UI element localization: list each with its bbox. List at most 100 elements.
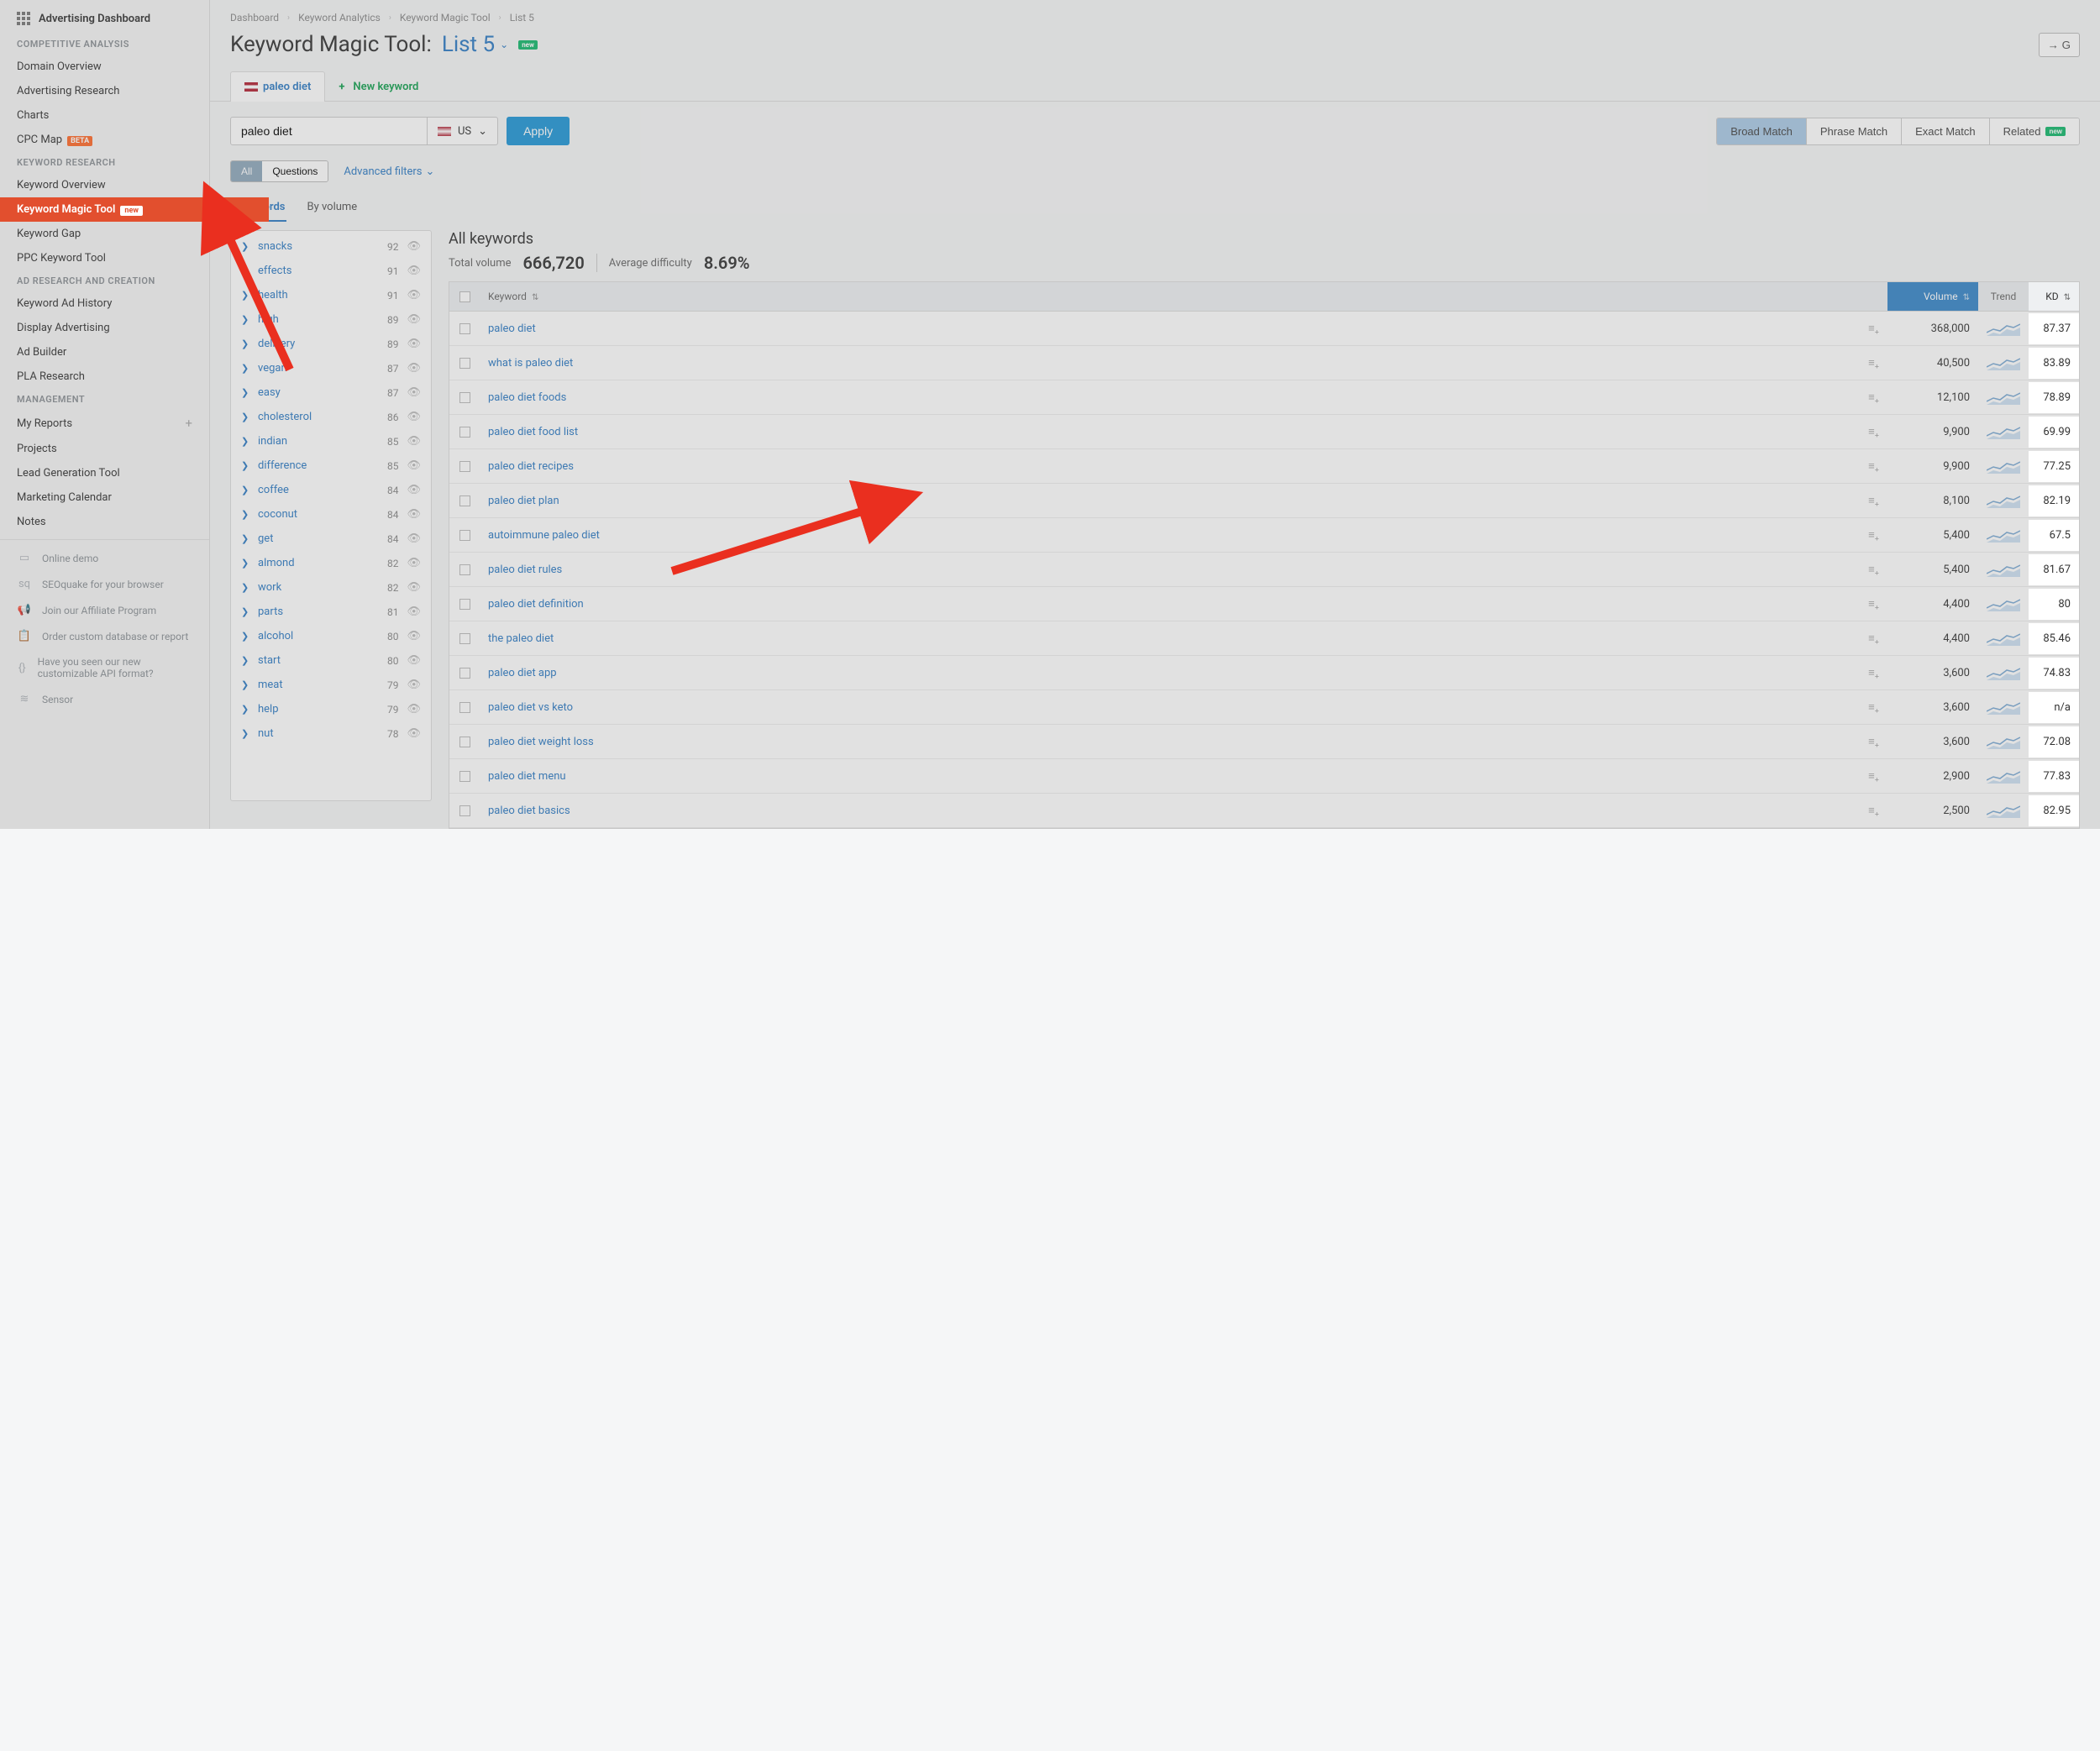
row-checkbox[interactable] (459, 633, 470, 644)
add-to-list-icon[interactable]: ≡₊ (1868, 322, 1879, 335)
keyword-link[interactable]: paleo diet foods (488, 391, 566, 404)
breadcrumb-item[interactable]: Dashboard (230, 12, 279, 24)
eye-icon[interactable]: 👁 (407, 313, 421, 326)
sidebar-footer-item[interactable]: ▭Online demo (0, 545, 209, 571)
row-checkbox[interactable] (459, 805, 470, 816)
add-to-list-icon[interactable]: ≡₊ (1868, 700, 1879, 714)
advanced-filters-link[interactable]: Advanced filters ⌄ (344, 165, 434, 178)
keyword-link[interactable]: the paleo diet (488, 632, 554, 645)
breadcrumb-item[interactable]: List 5 (510, 12, 534, 24)
match-phrase-match[interactable]: Phrase Match (1807, 118, 1902, 144)
keyword-link[interactable]: autoimmune paleo diet (488, 529, 600, 542)
page-title-list[interactable]: List 5 ⌄ (442, 32, 508, 57)
eye-icon[interactable]: 👁 (407, 727, 421, 740)
col-volume[interactable]: Volume (1887, 282, 1978, 311)
eye-icon[interactable]: 👁 (407, 435, 421, 448)
eye-icon[interactable]: 👁 (407, 508, 421, 521)
keyword-search-input[interactable] (230, 117, 428, 145)
sidebar-item[interactable]: Keyword Overview (0, 173, 209, 197)
add-to-list-icon[interactable]: ≡₊ (1868, 597, 1879, 611)
row-checkbox[interactable] (459, 668, 470, 679)
row-checkbox[interactable] (459, 599, 470, 610)
row-checkbox[interactable] (459, 495, 470, 506)
row-checkbox[interactable] (459, 530, 470, 541)
col-keyword[interactable]: Keyword (480, 282, 1887, 311)
sidebar-item[interactable]: Keyword Gap (0, 222, 209, 246)
sidebar-footer-item[interactable]: 📋Order custom database or report (0, 623, 209, 649)
eye-icon[interactable]: 👁 (407, 386, 421, 399)
group-item[interactable]: ❯help79👁 (231, 697, 431, 721)
group-item[interactable]: ❯delivery89👁 (231, 332, 431, 356)
sidebar-item[interactable]: PLA Research (0, 364, 209, 389)
country-select[interactable]: US ⌄ (428, 117, 498, 145)
col-kd[interactable]: KD (2029, 282, 2079, 311)
match-exact-match[interactable]: Exact Match (1902, 118, 1990, 144)
group-item[interactable]: ❯effects91👁 (231, 259, 431, 283)
sidebar-item[interactable]: Projects (0, 437, 209, 461)
eye-icon[interactable]: 👁 (407, 289, 421, 301)
group-item[interactable]: ❯parts81👁 (231, 600, 431, 624)
group-item[interactable]: ❯nut78👁 (231, 721, 431, 746)
row-checkbox[interactable] (459, 737, 470, 747)
eye-icon[interactable]: 👁 (407, 484, 421, 496)
sidebar-item[interactable]: Notes (0, 510, 209, 534)
add-to-list-icon[interactable]: ≡₊ (1868, 391, 1879, 404)
toggle-all[interactable]: All (231, 161, 262, 181)
keyword-link[interactable]: paleo diet rules (488, 564, 562, 576)
sidebar-item[interactable]: Domain Overview (0, 55, 209, 79)
row-checkbox[interactable] (459, 564, 470, 575)
apply-button[interactable]: Apply (507, 117, 570, 145)
group-item[interactable]: ❯get84👁 (231, 527, 431, 551)
toggle-questions[interactable]: Questions (262, 161, 328, 181)
eye-icon[interactable]: 👁 (407, 532, 421, 545)
sidebar-item[interactable]: Keyword Ad History (0, 291, 209, 316)
add-to-list-icon[interactable]: ≡₊ (1868, 563, 1879, 576)
add-to-list-icon[interactable]: ≡₊ (1868, 769, 1879, 783)
sidebar-item[interactable]: Display Advertising (0, 316, 209, 340)
breadcrumb-item[interactable]: Keyword Analytics (298, 12, 381, 24)
sidebar-footer-item[interactable]: ≋Sensor (0, 686, 209, 712)
keyword-link[interactable]: what is paleo diet (488, 357, 573, 370)
eye-icon[interactable]: 👁 (407, 703, 421, 716)
row-checkbox[interactable] (459, 771, 470, 782)
go-button[interactable]: → G (2039, 33, 2080, 57)
sidebar-top[interactable]: Advertising Dashboard (0, 0, 209, 34)
row-checkbox[interactable] (459, 461, 470, 472)
group-item[interactable]: ❯vegan87👁 (231, 356, 431, 380)
add-to-list-icon[interactable]: ≡₊ (1868, 666, 1879, 679)
sidebar-item[interactable]: My Reports+ (0, 410, 209, 437)
group-item[interactable]: ❯easy87👁 (231, 380, 431, 405)
add-to-list-icon[interactable]: ≡₊ (1868, 494, 1879, 507)
keyword-link[interactable]: paleo diet weight loss (488, 736, 594, 748)
eye-icon[interactable]: 👁 (407, 362, 421, 375)
keyword-link[interactable]: paleo diet menu (488, 770, 566, 783)
add-to-list-icon[interactable]: ≡₊ (1868, 425, 1879, 438)
group-item[interactable]: ❯indian85👁 (231, 429, 431, 453)
group-item[interactable]: ❯coconut84👁 (231, 502, 431, 527)
group-item[interactable]: ❯coffee84👁 (231, 478, 431, 502)
group-item[interactable]: ❯difference85👁 (231, 453, 431, 478)
subtab[interactable]: By volume (305, 194, 359, 222)
row-checkbox[interactable] (459, 358, 470, 369)
group-item[interactable]: ❯meat79👁 (231, 673, 431, 697)
sidebar-item[interactable]: PPC Keyword Tool (0, 246, 209, 270)
sidebar-item[interactable]: Charts (0, 103, 209, 128)
add-to-list-icon[interactable]: ≡₊ (1868, 735, 1879, 748)
keyword-link[interactable]: paleo diet (488, 322, 536, 335)
eye-icon[interactable]: 👁 (407, 338, 421, 350)
eye-icon[interactable]: 👁 (407, 240, 421, 253)
eye-icon[interactable]: 👁 (407, 630, 421, 642)
eye-icon[interactable]: 👁 (407, 654, 421, 667)
group-item[interactable]: ❯snacks92👁 (231, 234, 431, 259)
keyword-link[interactable]: paleo diet definition (488, 598, 584, 611)
eye-icon[interactable]: 👁 (407, 265, 421, 277)
sidebar-item[interactable]: Advertising Research (0, 79, 209, 103)
row-checkbox[interactable] (459, 427, 470, 438)
eye-icon[interactable]: 👁 (407, 411, 421, 423)
row-checkbox[interactable] (459, 323, 470, 334)
sidebar-footer-item[interactable]: sqSEOquake for your browser (0, 571, 209, 597)
keyword-link[interactable]: paleo diet food list (488, 426, 578, 438)
group-item[interactable]: ❯high89👁 (231, 307, 431, 332)
sidebar-item[interactable]: CPC MapBETA (0, 128, 209, 152)
sidebar-item[interactable]: Ad Builder (0, 340, 209, 364)
